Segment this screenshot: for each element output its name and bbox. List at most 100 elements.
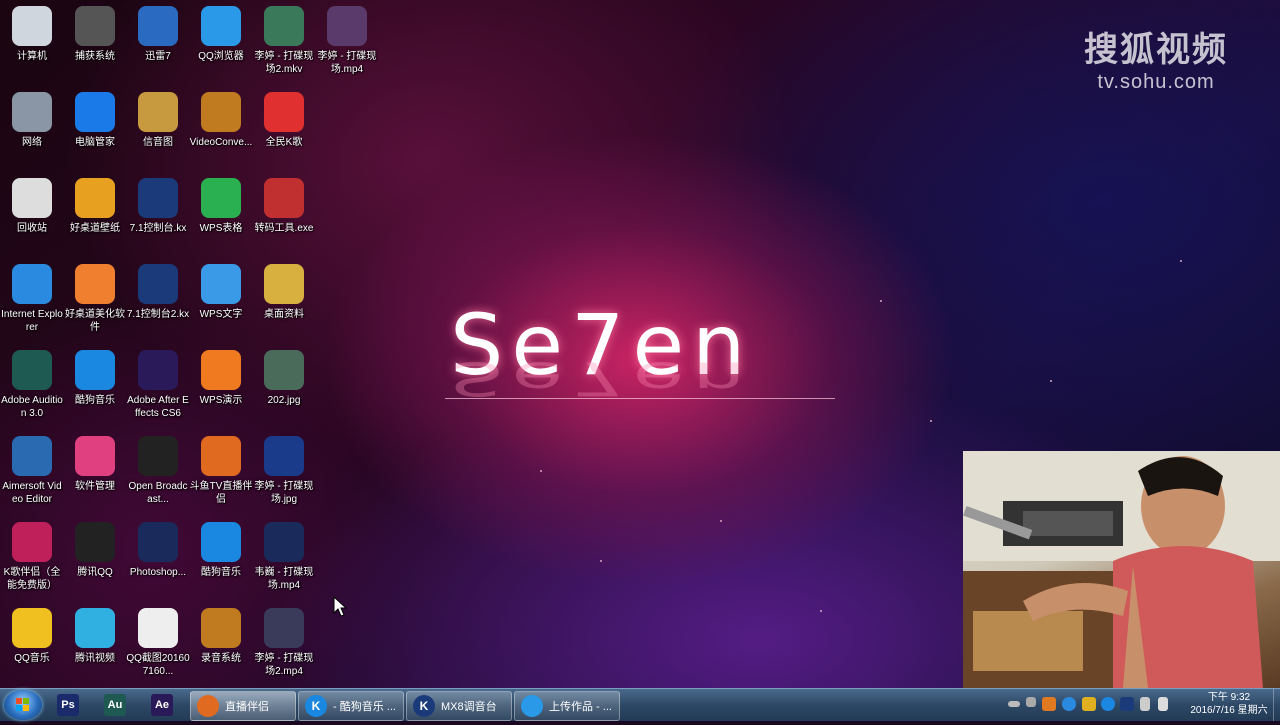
sparkle: [820, 610, 822, 612]
desktop-icon[interactable]: 回收站: [0, 178, 64, 235]
desktop-icon[interactable]: 李婷 - 打碟现场.mp4: [315, 6, 379, 76]
desktop-icon[interactable]: 好桌道美化软件: [63, 264, 127, 334]
desktop-icon[interactable]: 李婷 - 打碟现场.jpg: [252, 436, 316, 506]
adobe-audition-icon: [12, 350, 52, 390]
desktop-icon-label: 腾讯视频: [75, 653, 115, 664]
tray-kugou-icon[interactable]: [1101, 697, 1115, 711]
desktop-icon[interactable]: 网络: [0, 92, 64, 149]
desktop-icon[interactable]: 腾讯视频: [63, 608, 127, 665]
start-button[interactable]: [4, 690, 42, 720]
tray-kx-icon[interactable]: [1120, 697, 1134, 711]
desktop-icon-label: 李婷 - 打碟现场.jpg: [254, 481, 314, 505]
aimersoft-video-editor-icon: [12, 436, 52, 476]
kugou-music-icon: [201, 522, 241, 562]
desktop-icon-label: 韦巍 - 打碟现场.mp4: [254, 567, 314, 591]
desktop-icon[interactable]: WPS文字: [189, 264, 253, 321]
desktop-icon-label: QQ浏览器: [198, 51, 244, 62]
desktop-icon[interactable]: QQ截图201607160...: [126, 608, 190, 678]
desktop-icon[interactable]: 李婷 - 打碟现场2.mkv: [252, 6, 316, 76]
mp4-video-icon: [264, 522, 304, 562]
wps-presentation-icon: [201, 350, 241, 390]
image-file-icon: [138, 608, 178, 648]
sparkle: [1180, 260, 1182, 262]
desktop-icon-label: 李婷 - 打碟现场2.mkv: [254, 51, 314, 75]
clock[interactable]: 下午 9:32 2016/7/16 星期六: [1184, 691, 1274, 717]
desktop-icon[interactable]: 好桌道壁纸: [63, 178, 127, 235]
desktop-icon[interactable]: 迅雷7: [126, 6, 190, 63]
wallpaper-logo-reflection: Se7en: [450, 351, 754, 406]
desktop-icon[interactable]: 酷狗音乐: [63, 350, 127, 407]
desktop-icon[interactable]: Open Broadcast...: [126, 436, 190, 506]
desktop-icon[interactable]: 酷狗音乐: [189, 522, 253, 579]
desktop-icon[interactable]: QQ音乐: [0, 608, 64, 665]
desktop-icon[interactable]: QQ浏览器: [189, 6, 253, 63]
desktop-icon-label: 202.jpg: [267, 395, 301, 406]
desktop-icon[interactable]: Photoshop...: [126, 522, 190, 579]
desktop-icon-label: 酷狗音乐: [201, 567, 241, 578]
desktop-icon[interactable]: VideoConve...: [189, 92, 253, 149]
taskbar-window-button[interactable]: K - 酷狗音乐 ...: [298, 691, 404, 721]
desktop-icon[interactable]: 桌面资料: [252, 264, 316, 321]
desktop-icon[interactable]: 斗鱼TV直播伴侣: [189, 436, 253, 506]
folder-icon: [138, 92, 178, 132]
desktop-icon[interactable]: K歌伴侣（全能免费版）: [0, 522, 64, 592]
desktop-icon-label: 7.1控制台.kx: [129, 223, 187, 234]
tray-volume-icon[interactable]: [1158, 697, 1168, 711]
desktop-icon[interactable]: 202.jpg: [252, 350, 316, 407]
desktop-icon[interactable]: 7.1控制台2.kx: [126, 264, 190, 321]
desktop-icon-label: 李婷 - 打碟现场2.mp4: [254, 653, 314, 677]
computer-icon: [12, 6, 52, 46]
taskbar-window-button[interactable]: K MX8调音台: [406, 691, 512, 721]
desktop-icon[interactable]: 腾讯QQ: [63, 522, 127, 579]
webcam-overlay: [963, 451, 1280, 688]
desktop-icon[interactable]: 电脑管家: [63, 92, 127, 149]
desktop-icon[interactable]: WPS演示: [189, 350, 253, 407]
desktop-icon[interactable]: 韦巍 - 打碟现场.mp4: [252, 522, 316, 592]
desktop-icon[interactable]: 全民K歌: [252, 92, 316, 149]
pinned-photoshop-button[interactable]: Ps: [48, 692, 88, 718]
tray-keyboard-icon[interactable]: [1008, 701, 1020, 707]
sparkle: [720, 520, 722, 522]
desktop-icon-label: 李婷 - 打碟现场.mp4: [317, 51, 377, 75]
desktop-icon-label: 桌面资料: [264, 309, 304, 320]
tray-douyu-icon[interactable]: [1042, 697, 1056, 711]
qq-music-icon: [12, 608, 52, 648]
sparkle: [880, 300, 882, 302]
capture-system-icon: [75, 6, 115, 46]
desktop-icon[interactable]: 计算机: [0, 6, 64, 63]
tray-network-icon[interactable]: [1140, 697, 1150, 711]
desktop-icon[interactable]: 录音系统: [189, 608, 253, 665]
taskbar-window-button[interactable]: 上传作品 - ...: [514, 691, 620, 721]
pinned-audition-button[interactable]: Au: [95, 692, 135, 718]
desktop-icon[interactable]: 李婷 - 打碟现场2.mp4: [252, 608, 316, 678]
pinned-after-effects-button[interactable]: Ae: [142, 692, 182, 718]
image-file-icon: [264, 436, 304, 476]
mp4-video-icon: [327, 6, 367, 46]
desktop-icon-label: WPS演示: [199, 395, 243, 406]
desktop-icon[interactable]: 7.1控制台.kx: [126, 178, 190, 235]
desktop-icon-label: Aimersoft Video Editor: [2, 481, 62, 505]
desktop-icon[interactable]: 信音图: [126, 92, 190, 149]
desktop-icon[interactable]: Adobe Audition 3.0: [0, 350, 64, 420]
folder-icon: [264, 264, 304, 304]
desktop-icon[interactable]: Aimersoft Video Editor: [0, 436, 64, 506]
tray-security-icon[interactable]: [1062, 697, 1076, 711]
desktop-icon[interactable]: 捕获系统: [63, 6, 127, 63]
desktop-icon-label: 网络: [22, 137, 42, 148]
desktop-icon[interactable]: 软件管理: [63, 436, 127, 493]
qq-browser-icon: [201, 6, 241, 46]
show-desktop-button[interactable]: [1273, 689, 1280, 721]
photoshop-icon: Ps: [57, 694, 79, 716]
desktop-icon[interactable]: WPS表格: [189, 178, 253, 235]
desktop-icon[interactable]: Adobe After Effects CS6: [126, 350, 190, 420]
tray-input-icon[interactable]: [1026, 697, 1036, 707]
taskbar-window-button[interactable]: 直播伴侣: [190, 691, 296, 721]
desktop-icon-label: 信音图: [143, 137, 173, 148]
desktop-icon[interactable]: Internet Explorer: [0, 264, 64, 334]
tencent-video-icon: [75, 608, 115, 648]
recycle-bin-icon: [12, 178, 52, 218]
tray-folder-icon[interactable]: [1082, 697, 1096, 711]
desktop-icon-label: 斗鱼TV直播伴侣: [189, 481, 253, 505]
audition-icon: Au: [104, 694, 126, 716]
desktop-icon[interactable]: 转码工具.exe: [252, 178, 316, 235]
